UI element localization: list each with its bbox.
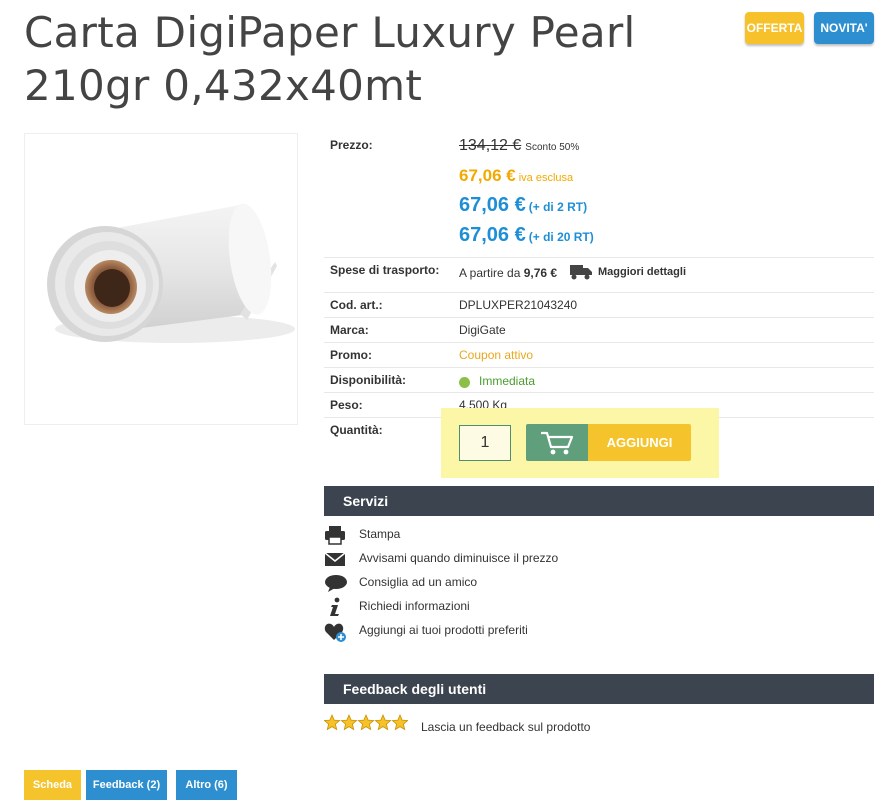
- service-label: Consiglia ad un amico: [359, 575, 478, 589]
- product-image[interactable]: [24, 133, 298, 425]
- availability-value: Immediata: [479, 374, 536, 388]
- star-icon: [323, 713, 341, 731]
- star-icon: [374, 713, 392, 731]
- paper-roll-image: [47, 203, 295, 343]
- vat-note: iva esclusa: [518, 172, 574, 184]
- add-to-cart-label: AGGIUNGI: [588, 424, 691, 461]
- feedback-header: Feedback degli utenti: [324, 674, 874, 704]
- tab-feedback[interactable]: Feedback (2): [86, 770, 167, 800]
- add-to-cart-button[interactable]: AGGIUNGI: [526, 424, 691, 461]
- availability-row: Disponibilità: Immediata: [324, 368, 874, 393]
- code-label: Cod. art.:: [330, 298, 383, 312]
- brand-value: DigiGate: [459, 323, 506, 337]
- shipping-row: Spese di trasporto: A partire da 9,76 € …: [324, 258, 874, 293]
- offerta-badge: OFFERTA: [745, 12, 804, 44]
- service-print[interactable]: Stampa: [324, 524, 724, 546]
- rating-stars[interactable]: [323, 713, 409, 733]
- star-icon: [391, 713, 409, 731]
- price-label: Prezzo:: [330, 138, 373, 152]
- brand-label: Marca:: [330, 323, 369, 337]
- availability-dot-icon: [459, 377, 470, 388]
- shipping-details-link[interactable]: Maggiori dettagli: [598, 266, 686, 278]
- shipping-value: 9,76 €: [523, 266, 558, 280]
- printer-icon: [324, 525, 346, 545]
- info-icon: [324, 597, 346, 617]
- quantity-label: Quantità:: [330, 423, 383, 437]
- services-header: Servizi: [324, 486, 874, 516]
- quantity-input[interactable]: [459, 425, 511, 461]
- service-price-alert[interactable]: Avvisami quando diminuisce il prezzo: [324, 548, 724, 570]
- promo-value[interactable]: Coupon attivo: [459, 348, 533, 362]
- tier-price: 67,06 €: [459, 194, 526, 216]
- leave-feedback-link[interactable]: Lascia un feedback sul prodotto: [421, 720, 590, 734]
- service-favorites[interactable]: Aggiungi ai tuoi prodotti preferiti: [324, 620, 724, 642]
- shipping-label: Spese di trasporto:: [330, 263, 440, 277]
- star-icon: [340, 713, 358, 731]
- star-icon: [357, 713, 375, 731]
- tab-altro[interactable]: Altro (6): [176, 770, 237, 800]
- novita-badge: NOVITA': [814, 12, 874, 44]
- heart-plus-icon: [324, 621, 346, 642]
- weight-label: Peso:: [330, 398, 363, 412]
- code-row: Cod. art.: DPLUXPER21043240: [324, 293, 874, 318]
- current-price: 67,06 €: [459, 166, 516, 185]
- promo-row: Promo: Coupon attivo: [324, 343, 874, 368]
- truck-icon: [570, 264, 592, 285]
- service-label: Richiedi informazioni: [359, 599, 470, 613]
- service-recommend[interactable]: Consiglia ad un amico: [324, 572, 724, 594]
- service-label: Aggiungi ai tuoi prodotti preferiti: [359, 623, 528, 637]
- brand-row: Marca: DigiGate: [324, 318, 874, 343]
- promo-label: Promo:: [330, 348, 372, 362]
- tab-scheda[interactable]: Scheda: [24, 770, 81, 800]
- old-price: 134,12 €: [459, 137, 522, 154]
- price-row: Prezzo: 134,12 € Sconto 50% 67,06 € iva es…: [324, 133, 874, 258]
- cart-icon: [526, 424, 588, 461]
- product-title: Carta DigiPaper Luxury Pearl 210gr 0,432…: [24, 8, 636, 110]
- tier-price: 67,06 €: [459, 224, 526, 246]
- speech-bubble-icon: [324, 573, 347, 593]
- service-label: Stampa: [359, 527, 401, 541]
- code-value: DPLUXPER21043240: [459, 298, 578, 312]
- discount-note: Sconto 50%: [525, 142, 580, 153]
- service-label: Avvisami quando diminuisce il prezzo: [359, 551, 559, 565]
- service-info[interactable]: Richiedi informazioni: [324, 596, 724, 618]
- tier-note: (+ di 20 RT): [528, 230, 594, 244]
- shipping-prefix: A partire da: [459, 266, 521, 280]
- envelope-icon: [324, 549, 346, 569]
- tier-note: (+ di 2 RT): [528, 200, 588, 214]
- availability-label: Disponibilità:: [330, 373, 406, 387]
